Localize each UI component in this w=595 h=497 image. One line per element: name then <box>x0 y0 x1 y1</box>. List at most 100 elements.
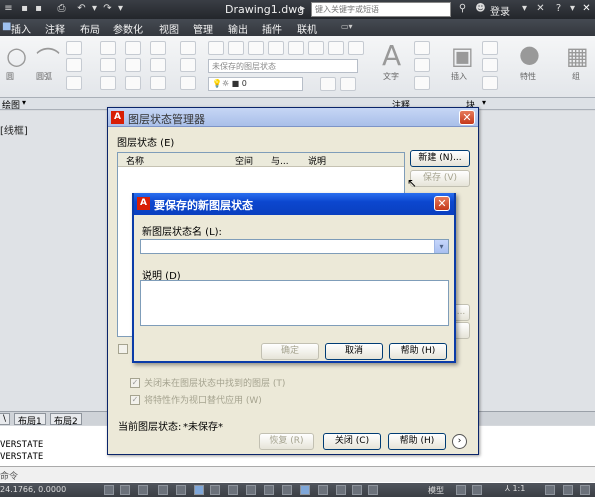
rectangle-tool-icon[interactable] <box>66 41 82 55</box>
group-icon[interactable]: ▦ <box>566 42 589 70</box>
arc-tool-icon[interactable]: ⌒ <box>36 40 60 75</box>
sc-icon[interactable] <box>318 485 328 495</box>
model-button[interactable]: 模型 <box>428 485 444 496</box>
panel-draw-dropdown-icon[interactable]: ▾ <box>22 98 26 107</box>
tab-model-partial[interactable]: \ <box>0 413 11 425</box>
osnap-icon[interactable] <box>176 485 186 495</box>
restore-options-checkbox[interactable] <box>118 344 128 354</box>
layer-icon-3[interactable] <box>248 41 264 55</box>
stretch-icon[interactable] <box>100 76 116 90</box>
tab-output[interactable]: 输出 <box>228 21 248 36</box>
status-icon-15[interactable] <box>368 485 378 495</box>
grid-icon[interactable] <box>120 485 130 495</box>
print-icon[interactable]: ⎙ <box>55 3 68 15</box>
help-dropdown-icon[interactable]: ▾ <box>566 3 579 15</box>
layer-state-combo[interactable]: 未保存的图层状态 <box>208 59 358 73</box>
layer-icon-7[interactable] <box>328 41 344 55</box>
annotation-scale[interactable]: ⅄ 1:1 <box>505 484 525 493</box>
scale-icon[interactable] <box>125 76 141 90</box>
restore-button[interactable]: 恢复 (R) <box>259 433 314 450</box>
ortho-icon[interactable] <box>138 485 148 495</box>
column-name[interactable]: 名称 <box>126 154 144 167</box>
circle-tool-icon[interactable]: ○ <box>6 42 27 70</box>
undo-dropdown-icon[interactable]: ▾ <box>88 3 101 15</box>
polar-icon[interactable] <box>158 485 168 495</box>
trim-icon[interactable] <box>150 41 166 55</box>
hatch-tool-icon[interactable] <box>66 58 82 72</box>
search-input[interactable]: 键入关键字或短语 <box>311 2 451 17</box>
snls-title-bar[interactable]: A 要保存的新图层状态 ✕ <box>134 193 454 215</box>
layer-icon-4[interactable] <box>268 41 284 55</box>
tab-insert[interactable]: 插入 <box>11 21 31 36</box>
region-tool-icon[interactable] <box>66 76 82 90</box>
tab-online[interactable]: 联机 <box>297 21 317 36</box>
create-block-icon[interactable] <box>482 41 498 55</box>
layer-icon-6[interactable] <box>308 41 324 55</box>
help-icon[interactable]: ? <box>552 3 565 15</box>
save-icon[interactable]: ▪ <box>18 3 31 15</box>
panel-block-dropdown-icon[interactable]: ▾ <box>482 98 486 107</box>
column-description[interactable]: 说明 <box>308 154 326 167</box>
layer-icon-10[interactable] <box>340 77 356 91</box>
array-icon[interactable] <box>150 76 166 90</box>
turn-off-layers-checkbox[interactable]: ✓ <box>130 378 140 388</box>
help-button[interactable]: 帮助 (H) <box>389 343 447 360</box>
leader-icon[interactable] <box>414 58 430 72</box>
coordinates-readout[interactable]: 24.1766, 0.0000 <box>0 485 66 494</box>
ducs-icon[interactable] <box>228 485 238 495</box>
fillet-icon[interactable] <box>150 58 166 72</box>
tab-layout2[interactable]: 布局2 <box>50 413 82 427</box>
edit-block-icon[interactable] <box>482 58 498 72</box>
quick-view-layouts-icon[interactable] <box>456 485 466 495</box>
workspace-switch-icon[interactable] <box>545 485 555 495</box>
close-icon[interactable]: ✕ <box>459 110 475 125</box>
quick-view-drawings-icon[interactable] <box>472 485 482 495</box>
binoculars-icon[interactable]: ⚲ <box>456 3 469 15</box>
undo-icon[interactable]: ↶ <box>75 3 88 15</box>
layer-icon-5[interactable] <box>288 41 304 55</box>
layer-icon-8[interactable] <box>348 41 364 55</box>
tab-plugins[interactable]: 插件 <box>262 21 282 36</box>
ok-button[interactable]: 确定 <box>261 343 319 360</box>
expand-icon[interactable]: › <box>452 434 467 449</box>
window-close-icon[interactable]: ✕ <box>580 3 593 15</box>
tab-view[interactable]: 视图 <box>159 21 179 36</box>
save-button[interactable]: 保存 (V) <box>410 170 470 187</box>
layer-properties-icon[interactable] <box>208 41 224 55</box>
transparency-icon[interactable] <box>282 485 292 495</box>
dropdown-icon[interactable]: ▾ <box>518 3 531 15</box>
mirror-icon[interactable] <box>125 58 141 72</box>
menu-icon[interactable]: ≡ <box>2 3 15 15</box>
dimension-icon[interactable] <box>414 41 430 55</box>
column-space[interactable]: 空间 <box>235 154 253 167</box>
column-same[interactable]: 与... <box>271 154 289 167</box>
panel-draw-title[interactable]: 绘图 <box>2 98 20 111</box>
save-as-icon[interactable]: ▪ <box>32 3 45 15</box>
tab-manage[interactable]: 管理 <box>193 21 213 36</box>
state-name-combo[interactable]: ▾ <box>140 239 449 254</box>
block-attr-icon[interactable] <box>482 76 498 90</box>
erase-icon[interactable] <box>180 41 196 55</box>
login-link[interactable]: 登录 <box>490 3 510 18</box>
tab-layout[interactable]: 布局 <box>80 21 100 36</box>
redo-icon[interactable]: ↷ <box>101 3 114 15</box>
viewport-override-checkbox[interactable]: ✓ <box>130 395 140 405</box>
layer-combo[interactable]: 💡☼ ■ 0 <box>208 77 303 91</box>
properties-icon[interactable]: ● <box>519 40 540 68</box>
viewport-label[interactable]: [线框] <box>0 122 28 137</box>
exchange-icon[interactable]: ✕ <box>534 3 547 15</box>
user-icon[interactable]: ☻ <box>474 3 487 15</box>
lock-icon[interactable] <box>563 485 573 495</box>
expand-icon[interactable]: ▸ <box>296 3 309 15</box>
ribbon-toggle-icon[interactable]: ▭▾ <box>341 22 353 31</box>
description-textarea[interactable] <box>140 280 449 326</box>
otrack-icon[interactable] <box>210 485 220 495</box>
tab-layout1[interactable]: 布局1 <box>14 413 46 427</box>
cancel-button[interactable]: 取消 <box>325 343 383 360</box>
redo-dropdown-icon[interactable]: ▾ <box>114 3 127 15</box>
close-icon[interactable]: ✕ <box>434 196 450 211</box>
tab-annotate[interactable]: 注释 <box>45 21 65 36</box>
close-button[interactable]: 关闭 (C) <box>323 433 381 450</box>
command-input[interactable]: 命令 <box>0 466 595 482</box>
dyn-icon[interactable] <box>246 485 256 495</box>
